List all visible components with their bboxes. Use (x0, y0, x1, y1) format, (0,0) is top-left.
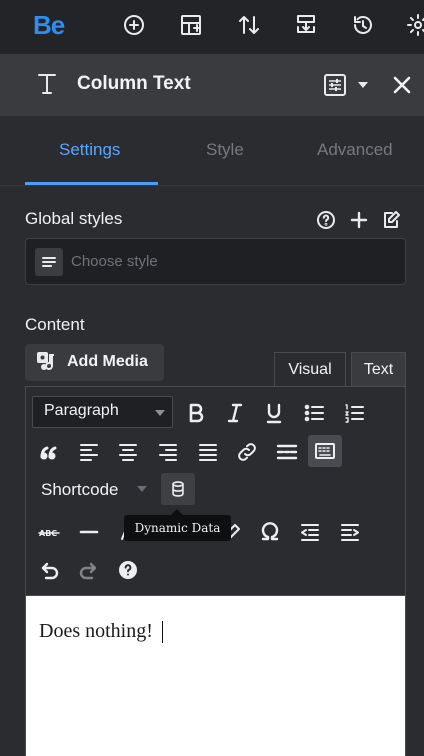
bold-icon[interactable] (182, 399, 210, 427)
chevron-down-icon (137, 486, 147, 492)
import-export-icon[interactable] (293, 11, 319, 39)
blockquote-icon[interactable] (35, 438, 63, 466)
database-icon (164, 475, 192, 503)
redo-icon[interactable] (75, 556, 103, 584)
underline-icon[interactable] (260, 399, 288, 427)
active-tab-indicator (25, 182, 158, 185)
align-center-icon[interactable] (114, 438, 142, 466)
chevron-down-icon[interactable] (358, 82, 368, 88)
format-select-value: Paragraph (44, 402, 119, 419)
tab-advanced[interactable]: Advanced (317, 140, 393, 160)
horizontal-line-icon[interactable] (75, 518, 103, 546)
help-icon[interactable] (316, 210, 336, 230)
style-select-placeholder: Choose style (71, 253, 158, 270)
tab-settings[interactable]: Settings (59, 140, 120, 160)
sort-icon[interactable] (236, 11, 262, 39)
justify-icon[interactable] (194, 438, 222, 466)
sliders-icon[interactable] (323, 73, 347, 97)
add-media-label: Add Media (67, 353, 148, 370)
close-icon[interactable] (393, 76, 411, 94)
global-styles-label: Global styles (25, 209, 123, 228)
italic-icon[interactable] (221, 399, 249, 427)
text-t-icon (36, 70, 58, 98)
chevron-down-icon (155, 410, 165, 416)
tab-style[interactable]: Style (206, 140, 244, 160)
text-caret (162, 621, 163, 643)
logo[interactable]: Be (33, 10, 65, 41)
add-section-icon[interactable] (178, 11, 204, 39)
link-icon[interactable] (233, 438, 261, 466)
list-icon (35, 248, 63, 276)
gear-icon[interactable] (405, 11, 424, 39)
tab-visual[interactable]: Visual (274, 352, 346, 387)
special-char-icon[interactable] (256, 518, 284, 546)
strikethrough-icon[interactable]: ABC (35, 518, 63, 546)
read-more-icon[interactable] (273, 438, 301, 466)
plus-icon[interactable] (349, 210, 369, 230)
tab-text[interactable]: Text (351, 352, 406, 387)
undo-icon[interactable] (35, 556, 63, 584)
media-icon (35, 350, 59, 374)
history-icon[interactable] (350, 11, 376, 39)
outdent-icon[interactable] (296, 518, 324, 546)
align-right-icon[interactable] (154, 438, 182, 466)
editor-body-text[interactable]: Does nothing! (39, 620, 153, 643)
numbered-list-icon[interactable] (340, 399, 368, 427)
help-icon[interactable] (114, 556, 142, 584)
align-left-icon[interactable] (75, 438, 103, 466)
add-circle-icon[interactable] (121, 11, 147, 39)
panel-title: Column Text (77, 73, 191, 94)
shortcode-select[interactable]: Shortcode (41, 480, 119, 500)
bullet-list-icon[interactable] (300, 399, 328, 427)
toolbar-toggle-icon[interactable] (308, 435, 342, 467)
content-label: Content (25, 315, 85, 334)
edit-icon[interactable] (381, 210, 401, 230)
indent-icon[interactable] (336, 518, 364, 546)
dynamic-data-tooltip: Dynamic Data (124, 509, 231, 541)
